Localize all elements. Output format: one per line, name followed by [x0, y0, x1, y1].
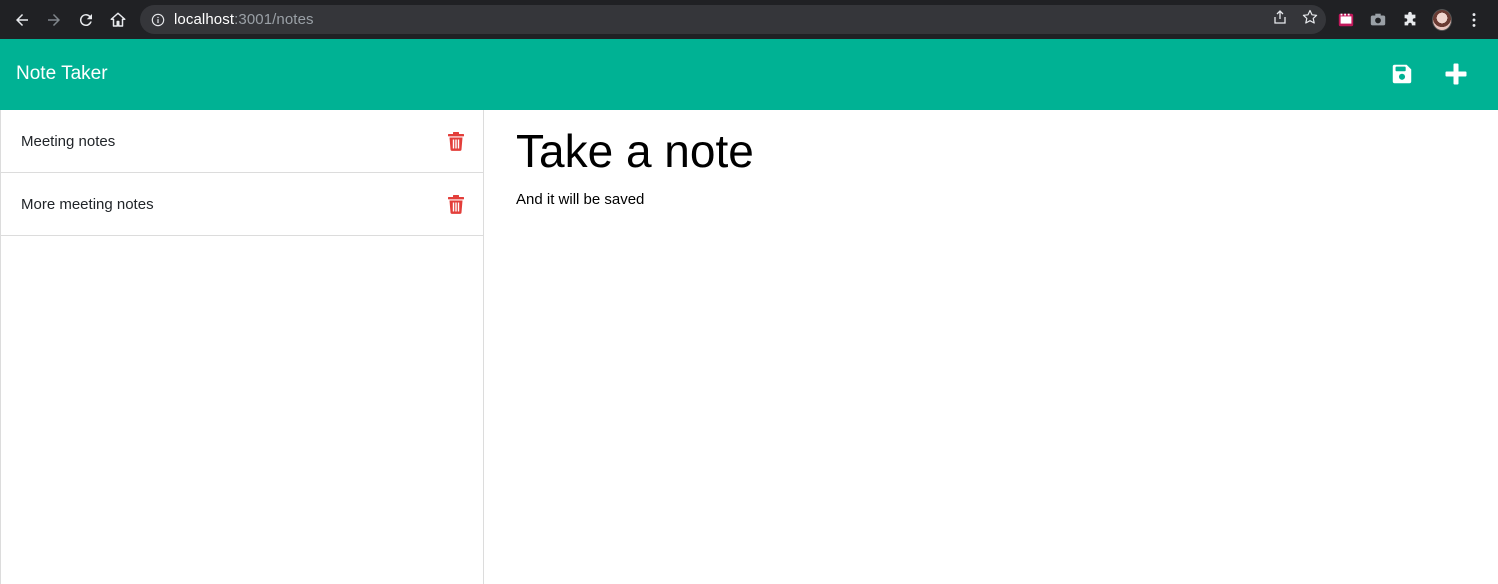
url-host: localhost	[174, 11, 235, 28]
note-editor: Take a note And it will be saved	[485, 110, 1498, 584]
extension-camera-icon[interactable]	[1368, 10, 1388, 30]
extension-film-icon[interactable]	[1336, 10, 1356, 30]
url-text: localhost:3001/notes	[174, 11, 314, 28]
browser-toolbar: localhost:3001/notes	[0, 0, 1498, 39]
forward-icon[interactable]	[38, 4, 70, 36]
share-icon[interactable]	[1272, 9, 1288, 30]
delete-note-trash-icon[interactable]	[447, 131, 465, 151]
app-navbar: Note Taker	[0, 39, 1498, 110]
reload-icon[interactable]	[70, 4, 102, 36]
note-title-input[interactable]: Take a note	[516, 124, 754, 178]
address-bar[interactable]: localhost:3001/notes	[140, 5, 1326, 34]
note-text-input[interactable]: And it will be saved	[516, 191, 644, 208]
note-list-item[interactable]: More meeting notes	[1, 173, 483, 236]
save-note-icon[interactable]	[1389, 61, 1415, 87]
note-list-item-title: Meeting notes	[21, 132, 116, 150]
back-icon[interactable]	[6, 4, 38, 36]
profile-avatar[interactable]	[1432, 8, 1452, 31]
extensions-puzzle-icon[interactable]	[1400, 10, 1420, 30]
note-list-item[interactable]: Meeting notes	[1, 110, 483, 173]
browser-menu-icon[interactable]	[1464, 10, 1484, 30]
notes-list: Meeting notes More meeting notes	[0, 110, 484, 584]
url-path: :3001/notes	[234, 11, 314, 28]
new-note-icon[interactable]	[1443, 61, 1469, 87]
note-list-item-title: More meeting notes	[21, 195, 154, 213]
bookmark-star-icon[interactable]	[1302, 9, 1318, 30]
brand-link[interactable]: Note Taker	[16, 63, 108, 85]
delete-note-trash-icon[interactable]	[447, 194, 465, 214]
home-icon[interactable]	[102, 4, 134, 36]
site-info-icon[interactable]	[150, 12, 166, 28]
